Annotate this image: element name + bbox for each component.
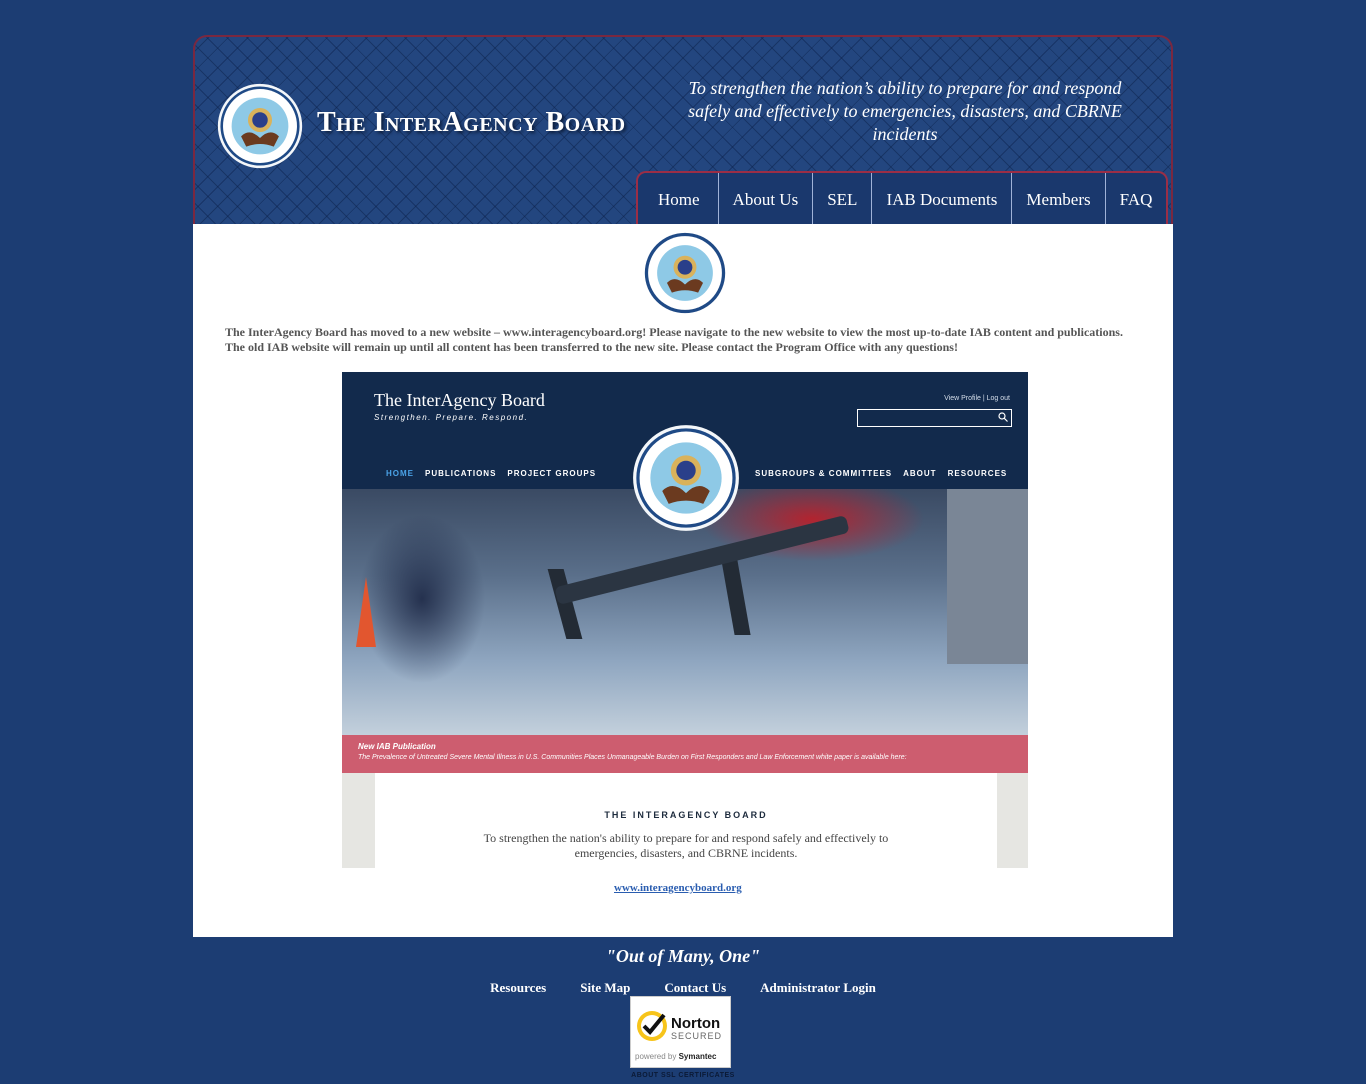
traffic-cone <box>356 577 376 647</box>
light-bar-mount <box>547 569 583 639</box>
move-notice: The InterAgency Board has moved to a new… <box>225 325 1123 354</box>
site-tagline: To strengthen the nation’s ability to pr… <box>688 78 1122 144</box>
preview-mission-title: THE INTERAGENCY BOARD <box>604 810 768 820</box>
vehicle-equipment <box>947 489 1028 664</box>
preview-mission-panel: THE INTERAGENCY BOARD To strengthen the … <box>375 773 997 868</box>
about-ssl-link[interactable]: ABOUT SSL CERTIFICATES <box>0 1072 1366 1079</box>
nav-members[interactable]: Members <box>1012 173 1106 226</box>
nav-faq[interactable]: FAQ <box>1105 173 1167 226</box>
search-icon <box>998 412 1008 422</box>
norton-secured-badge[interactable]: Norton SECURED powered by Symantec <box>630 996 731 1068</box>
preview-nav-left: HOME PUBLICATIONS PROJECT GROUPS <box>386 469 607 478</box>
symantec-text: Symantec <box>678 1052 717 1061</box>
preview-subtitle: Strengthen. Prepare. Respond. <box>374 413 529 422</box>
new-website-link[interactable]: www.interagencyboard.org <box>614 882 742 894</box>
preview-nav-item: ABOUT <box>903 469 937 478</box>
preview-profile-links: View Profile | Log out <box>944 395 1010 402</box>
site-title: The InterAgency Board <box>317 107 626 138</box>
banner-title: New IAB Publication <box>358 742 436 751</box>
preview-nav-item: HOME <box>386 469 414 478</box>
norton-secured: SECURED <box>671 1031 723 1041</box>
preview-mission-area: THE INTERAGENCY BOARD To strengthen the … <box>342 773 1028 868</box>
preview-nav-item: RESOURCES <box>947 469 1008 478</box>
seal-icon <box>644 232 726 314</box>
new-site-preview-image[interactable]: The InterAgency Board Strengthen. Prepar… <box>342 372 1028 868</box>
site-header: The InterAgency Board To strengthen the … <box>193 35 1173 228</box>
footer-link-site-map[interactable]: Site Map <box>580 980 630 995</box>
footer-links: Resources Site Map Contact Us Administrator… <box>0 980 1366 996</box>
footer-link-contact-us[interactable]: Contact Us <box>664 980 726 995</box>
preview-nav-item: PUBLICATIONS <box>425 469 497 478</box>
seal-icon[interactable] <box>217 83 303 169</box>
preview-mission-text: To strengthen the nation's ability to pr… <box>483 831 889 860</box>
powered-by-text: powered by <box>635 1052 677 1061</box>
preview-publication-banner: New IAB Publication The Prevalence of Un… <box>342 735 1028 773</box>
preview-nav-item: PROJECT GROUPS <box>507 469 597 478</box>
footer-link-admin-login[interactable]: Administrator Login <box>760 980 876 995</box>
footer-link-resources[interactable]: Resources <box>490 980 546 995</box>
nav-sel[interactable]: SEL <box>813 173 873 226</box>
norton-brand: Norton <box>671 1015 721 1032</box>
banner-text: The Prevalence of Untreated Severe Menta… <box>358 754 907 761</box>
site-container: The InterAgency Board To strengthen the … <box>193 35 1173 937</box>
seal-icon <box>633 425 739 531</box>
preview-nav-right: SUBGROUPS & COMMITTEES ABOUT RESOURCES <box>755 469 1018 478</box>
nav-home[interactable]: Home <box>638 173 719 226</box>
preview-nav-item: SUBGROUPS & COMMITTEES <box>755 469 893 478</box>
preview-title: The InterAgency Board <box>374 390 545 410</box>
main-content: The InterAgency Board has moved to a new… <box>193 224 1173 937</box>
footer-motto: "Out of Many, One" <box>605 946 761 966</box>
main-nav: Home About Us SEL IAB Documents Members … <box>636 171 1169 228</box>
preview-search-box <box>857 409 1012 427</box>
norton-check-icon <box>637 1011 667 1041</box>
norton-powered-by: powered by Symantec <box>635 1052 716 1061</box>
nav-iab-documents[interactable]: IAB Documents <box>872 173 1013 226</box>
nav-about-us[interactable]: About Us <box>718 173 814 226</box>
